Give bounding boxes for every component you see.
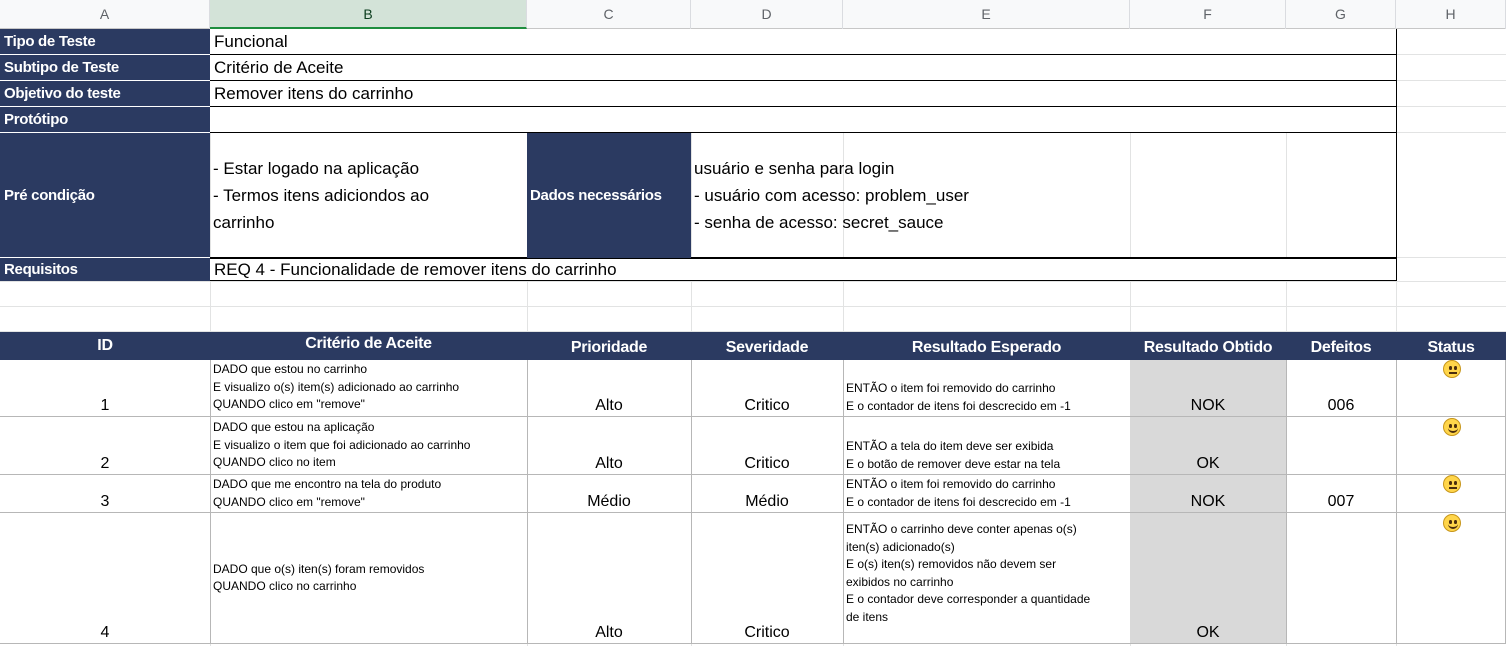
column-header-g[interactable]: G bbox=[1286, 0, 1396, 29]
row3-severidade[interactable]: Médio bbox=[691, 475, 844, 513]
criterio-line: E visualizo o item que foi adicionado ao… bbox=[213, 437, 471, 452]
pre-condicao-line: - Termos itens adiciondos ao bbox=[213, 185, 430, 205]
neutral-face-icon bbox=[1443, 475, 1461, 493]
grid-line bbox=[0, 306, 1506, 307]
th-criterio[interactable]: Critério de Aceite bbox=[210, 332, 527, 360]
dados-line: - senha de acesso: secret_sauce bbox=[694, 212, 944, 232]
prototipo-value[interactable] bbox=[210, 107, 1397, 133]
column-header-a[interactable]: A bbox=[0, 0, 210, 29]
row3-id[interactable]: 3 bbox=[0, 475, 211, 513]
column-header-e[interactable]: E bbox=[843, 0, 1130, 29]
row2-prioridade[interactable]: Alto bbox=[527, 417, 692, 475]
row3-criterio[interactable]: DADO que me encontro na tela do produto … bbox=[210, 475, 528, 513]
th-status[interactable]: Status bbox=[1396, 332, 1506, 360]
row1-criterio[interactable]: DADO que estou no carrinho E visualizo o… bbox=[210, 360, 528, 417]
row2-obtido[interactable]: OK bbox=[1130, 417, 1287, 475]
criterio-line: DADO que o(s) iten(s) foram removidos bbox=[213, 561, 425, 576]
esperado-line: de itens bbox=[846, 609, 889, 624]
objetivo-value[interactable]: Remover itens do carrinho bbox=[210, 81, 1397, 107]
row1-id[interactable]: 1 bbox=[0, 360, 211, 417]
esperado-line: iten(s) adicionado(s) bbox=[846, 539, 955, 554]
row1-prioridade[interactable]: Alto bbox=[527, 360, 692, 417]
th-resultado-obtido[interactable]: Resultado Obtido bbox=[1130, 332, 1286, 360]
column-header-f[interactable]: F bbox=[1130, 0, 1286, 29]
column-header-h[interactable]: H bbox=[1396, 0, 1506, 29]
requisitos-label[interactable]: Requisitos bbox=[0, 258, 210, 281]
row1-esperado[interactable]: ENTÃO o item foi removido do carrinho E … bbox=[843, 360, 1131, 417]
row2-defeitos[interactable] bbox=[1286, 417, 1397, 475]
pre-condicao-value[interactable]: - Estar logado na aplicação - Termos ite… bbox=[210, 133, 527, 258]
smiling-face-icon bbox=[1443, 418, 1461, 436]
criterio-line: QUANDO clico em "remove" bbox=[213, 397, 365, 411]
row3-defeitos[interactable]: 007 bbox=[1286, 475, 1397, 513]
th-id[interactable]: ID bbox=[0, 332, 210, 360]
esperado-line: exibidos no carrinho bbox=[846, 574, 954, 589]
objetivo-label[interactable]: Objetivo do teste bbox=[0, 81, 210, 107]
smiling-face-icon bbox=[1443, 514, 1461, 532]
row4-severidade[interactable]: Critico bbox=[691, 513, 844, 644]
pre-condicao-line: carrinho bbox=[213, 212, 275, 232]
row4-status[interactable] bbox=[1396, 513, 1506, 644]
th-prioridade[interactable]: Prioridade bbox=[527, 332, 691, 360]
row1-defeitos[interactable]: 006 bbox=[1286, 360, 1397, 417]
column-header-bar: A B C D E F G H bbox=[0, 0, 1506, 29]
esperado-line: E o contador de itens foi descrecido em … bbox=[846, 398, 1071, 413]
row2-id[interactable]: 2 bbox=[0, 417, 211, 475]
dados-line: usuário e senha para login bbox=[694, 158, 895, 178]
row1-obtido[interactable]: NOK bbox=[1130, 360, 1287, 417]
row2-severidade[interactable]: Critico bbox=[691, 417, 844, 475]
esperado-line: E o botão de remover deve estar na tela bbox=[846, 456, 1061, 471]
criterio-line: DADO que estou na aplicação bbox=[213, 420, 375, 434]
subtipo-label[interactable]: Subtipo de Teste bbox=[0, 55, 210, 81]
pre-condicao-label[interactable]: Pré condição bbox=[0, 133, 210, 258]
subtipo-value[interactable]: Critério de Aceite bbox=[210, 55, 1397, 81]
th-resultado-esperado[interactable]: Resultado Esperado bbox=[843, 332, 1130, 360]
pre-condicao-line: - Estar logado na aplicação bbox=[213, 158, 420, 178]
tipo-label[interactable]: Tipo de Teste bbox=[0, 29, 210, 55]
criterio-line: DADO que me encontro na tela do produto bbox=[213, 477, 442, 491]
row4-id[interactable]: 4 bbox=[0, 513, 211, 644]
esperado-line: ENTÃO a tela do item deve ser exibida bbox=[846, 439, 1054, 453]
dados-necessarios-label[interactable]: Dados necessários bbox=[527, 133, 691, 258]
criterio-line: QUANDO clico no carrinho bbox=[213, 579, 357, 593]
criterio-line: DADO que estou no carrinho bbox=[213, 362, 368, 376]
th-severidade[interactable]: Severidade bbox=[691, 332, 843, 360]
criterio-line: QUANDO clico no item bbox=[213, 455, 336, 469]
row4-criterio[interactable]: DADO que o(s) iten(s) foram removidos QU… bbox=[210, 513, 528, 644]
esperado-line: ENTÃO o item foi removido do carrinho bbox=[846, 477, 1056, 491]
row3-prioridade[interactable]: Médio bbox=[527, 475, 692, 513]
grid-line bbox=[0, 281, 1506, 282]
row4-obtido[interactable]: OK bbox=[1130, 513, 1287, 644]
esperado-line: E o(s) iten(s) removidos não devem ser bbox=[846, 557, 1057, 571]
row3-esperado[interactable]: ENTÃO o item foi removido do carrinho E … bbox=[843, 475, 1131, 513]
column-header-d[interactable]: D bbox=[691, 0, 843, 29]
requisitos-value[interactable]: REQ 4 - Funcionalidade de remover itens … bbox=[210, 258, 1397, 281]
criterio-line: E visualizo o(s) item(s) adicionado ao c… bbox=[213, 379, 460, 394]
esperado-line: ENTÃO o item foi removido do carrinho bbox=[846, 381, 1056, 395]
row4-defeitos[interactable] bbox=[1286, 513, 1397, 644]
column-header-c[interactable]: C bbox=[527, 0, 691, 29]
esperado-line: E o contador de itens foi descrecido em … bbox=[846, 494, 1071, 509]
row1-severidade[interactable]: Critico bbox=[691, 360, 844, 417]
prototipo-label[interactable]: Protótipo bbox=[0, 107, 210, 133]
esperado-line: E o contador deve corresponder a quantid… bbox=[846, 592, 1091, 606]
row3-obtido[interactable]: NOK bbox=[1130, 475, 1287, 513]
dados-line: - usuário com acesso: problem_user bbox=[694, 185, 969, 205]
row4-prioridade[interactable]: Alto bbox=[527, 513, 692, 644]
th-defeitos[interactable]: Defeitos bbox=[1286, 332, 1396, 360]
dados-necessarios-value[interactable]: usuário e senha para login - usuário com… bbox=[691, 133, 1397, 258]
tipo-value[interactable]: Funcional bbox=[210, 29, 1397, 55]
esperado-line: ENTÃO o carrinho deve conter apenas o(s) bbox=[846, 522, 1077, 536]
column-header-b[interactable]: B bbox=[210, 0, 527, 29]
row2-esperado[interactable]: ENTÃO a tela do item deve ser exibida E … bbox=[843, 417, 1131, 475]
neutral-face-icon bbox=[1443, 360, 1461, 378]
criterio-line: QUANDO clico em "remove" bbox=[213, 494, 365, 509]
row4-esperado[interactable]: ENTÃO o carrinho deve conter apenas o(s)… bbox=[843, 513, 1131, 644]
row2-criterio[interactable]: DADO que estou na aplicação E visualizo … bbox=[210, 417, 528, 475]
